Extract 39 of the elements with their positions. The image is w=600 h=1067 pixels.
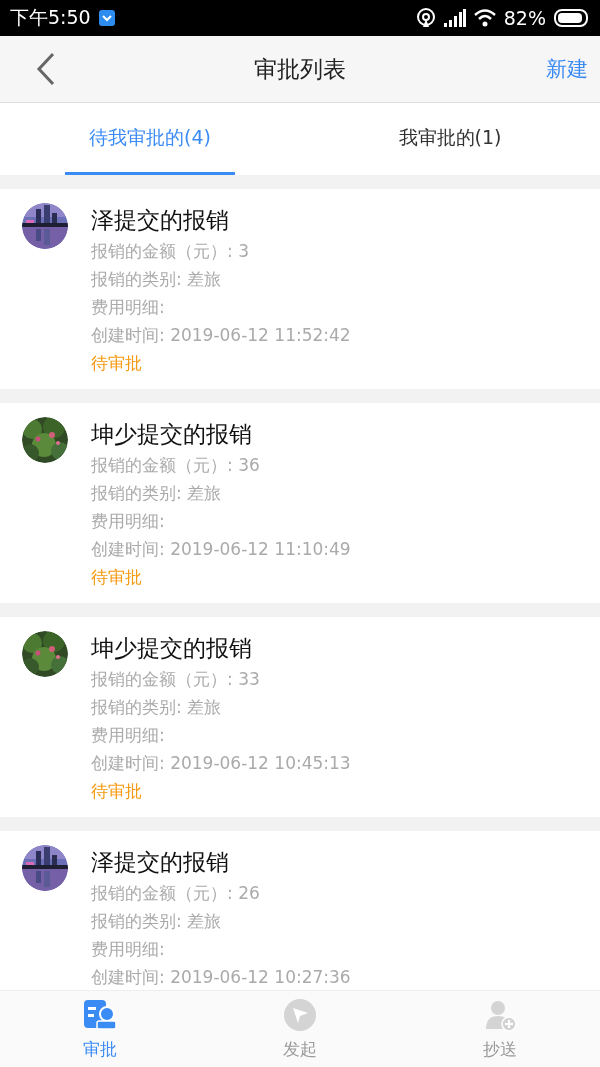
card-title: 泽提交的报销 bbox=[91, 206, 230, 235]
detail-text: 报销的金额（元）: 26 bbox=[91, 882, 261, 905]
back-icon[interactable] bbox=[36, 52, 56, 86]
status-label: 待审批 bbox=[91, 352, 143, 375]
approval-card[interactable]: 坤少提交的报销 报销的金额（元）: 33 报销的类别: 差旅 费用明细: 创建时间: 2019-06-12 10:45:13 待审批 bbox=[0, 617, 600, 817]
paper-plane-icon bbox=[283, 997, 317, 1032]
wifi-icon bbox=[473, 9, 496, 27]
battery-percent: 82% bbox=[503, 7, 546, 29]
approval-card[interactable]: 坤少提交的报销 报销的金额（元）: 36 报销的类别: 差旅 费用明细: 创建时间: 2019-06-12 11:10:49 待审批 bbox=[0, 403, 600, 603]
status-time: 下午5:50 bbox=[10, 5, 91, 30]
detail-text: 费用明细: bbox=[91, 724, 166, 747]
approval-card[interactable]: 泽提交的报销 报销的金额（元）: 3 报销的类别: 差旅 费用明细: 创建时间: 2019-06-12 11:52:42 待审批 bbox=[0, 189, 600, 389]
detail-text: 费用明细: bbox=[91, 510, 166, 533]
detail-text: 创建时间: 2019-06-12 11:10:49 bbox=[91, 538, 351, 561]
approval-card[interactable]: 泽提交的报销 报销的金额（元）: 26 报销的类别: 差旅 费用明细: 创建时间: 2019-06-12 10:27:36 bbox=[0, 831, 600, 990]
filter-tab[interactable]: 我审批的(1) bbox=[374, 103, 526, 175]
detail-text: 报销的类别: 差旅 bbox=[91, 482, 223, 505]
detail-text: 费用明细: bbox=[91, 938, 166, 961]
detail-text: 报销的金额（元）: 3 bbox=[91, 240, 250, 263]
detail-text: 创建时间: 2019-06-12 10:27:36 bbox=[91, 966, 351, 989]
status-label: 待审批 bbox=[91, 566, 143, 589]
detail-text: 报销的类别: 差旅 bbox=[91, 268, 223, 291]
battery-icon bbox=[554, 9, 590, 27]
status-label: 待审批 bbox=[91, 780, 143, 803]
detail-text: 报销的类别: 差旅 bbox=[91, 910, 223, 933]
card-title: 坤少提交的报销 bbox=[91, 420, 253, 449]
page-title: 审批列表 bbox=[254, 54, 346, 84]
app-notification-icon bbox=[98, 10, 115, 26]
detail-text: 报销的金额（元）: 36 bbox=[91, 454, 261, 477]
detail-text: 费用明细: bbox=[91, 296, 166, 319]
hotspot-icon bbox=[415, 8, 436, 28]
card-title: 泽提交的报销 bbox=[91, 848, 230, 877]
detail-text: 报销的金额（元）: 33 bbox=[91, 668, 261, 691]
detail-text: 创建时间: 2019-06-12 10:45:13 bbox=[91, 752, 351, 775]
signal-icon bbox=[443, 9, 466, 27]
approval-icon bbox=[83, 997, 117, 1032]
card-title: 坤少提交的报销 bbox=[91, 634, 253, 663]
detail-text: 报销的类别: 差旅 bbox=[91, 696, 223, 719]
detail-text: 创建时间: 2019-06-12 11:52:42 bbox=[91, 324, 351, 347]
